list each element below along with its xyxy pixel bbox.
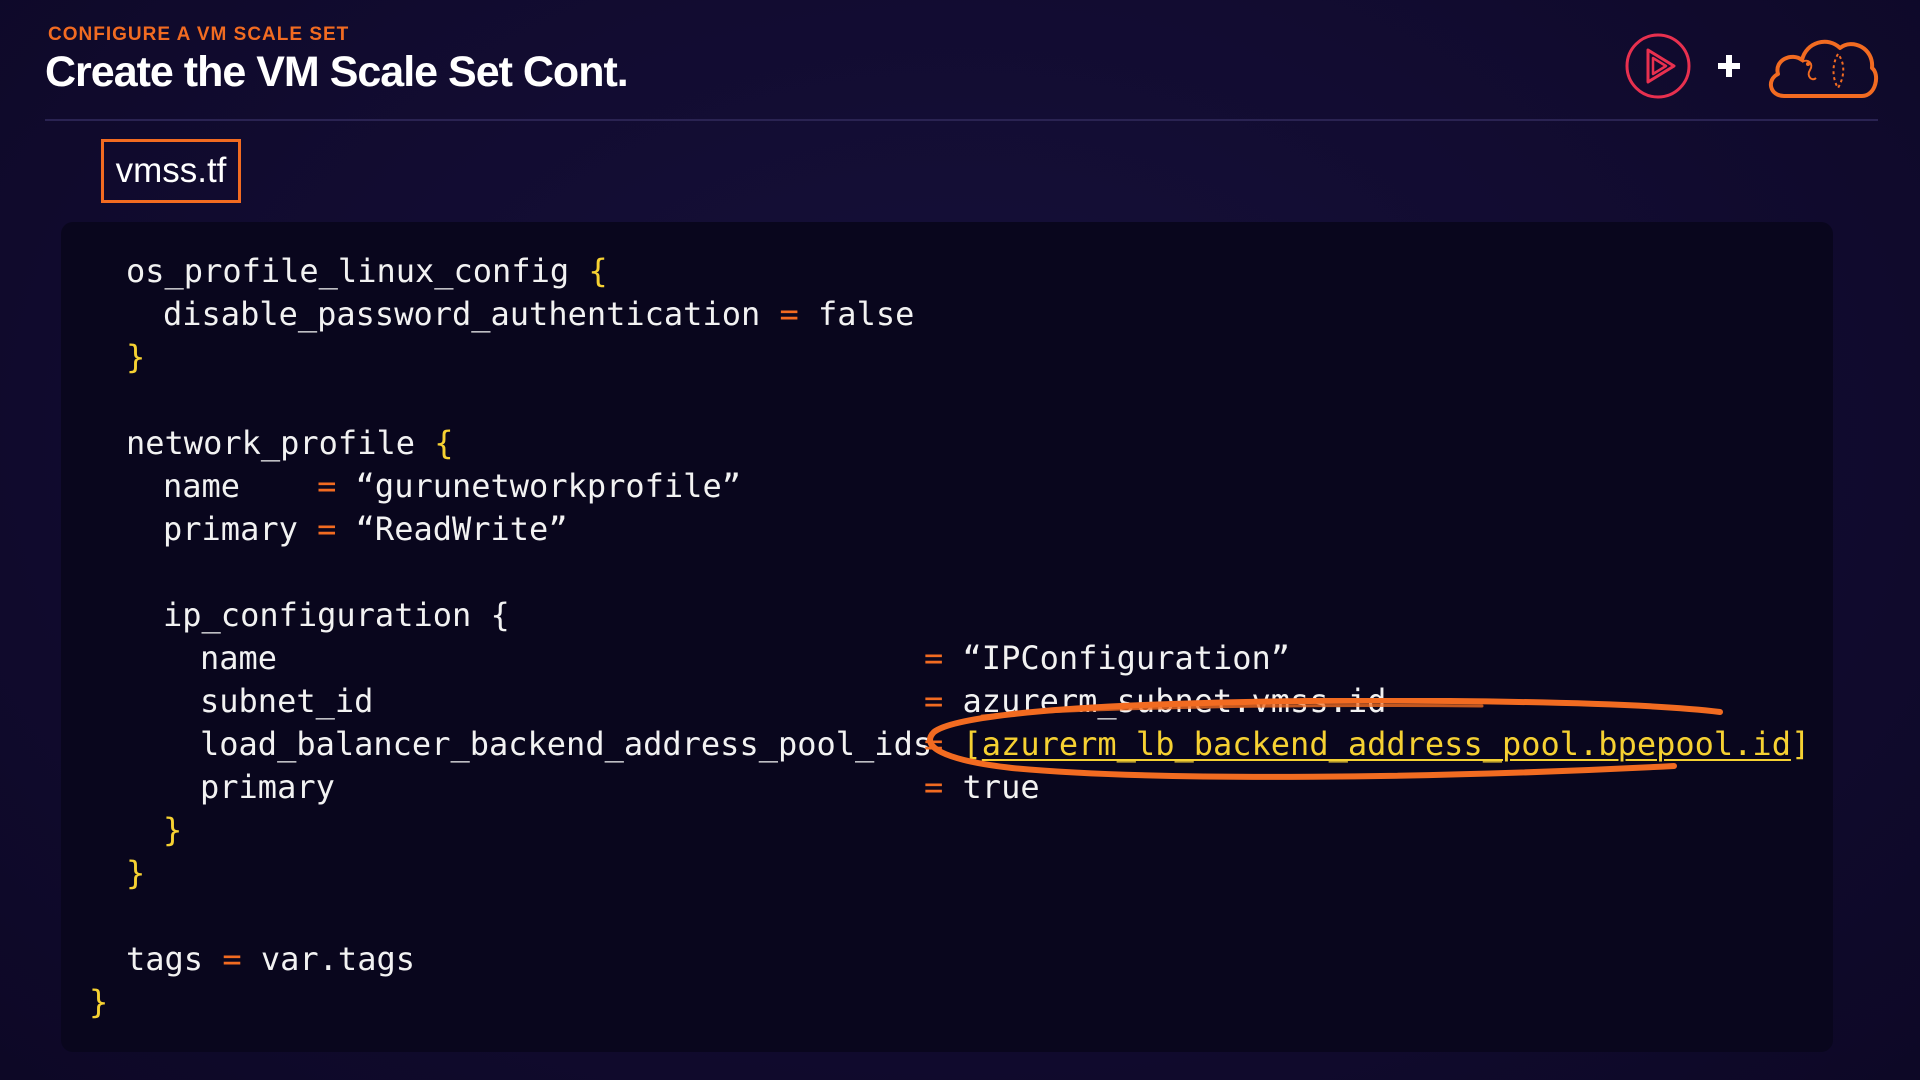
code-key: name — [163, 467, 318, 505]
code-key: os_profile_linux_config — [126, 252, 589, 290]
code-operator: = — [317, 510, 337, 548]
code-key: tags — [126, 940, 223, 978]
code-line: } — [163, 809, 182, 852]
code-line: = [azurerm_lb_backend_address_pool.bpepo… — [924, 723, 1810, 766]
section-eyebrow: CONFIGURE A VM SCALE SET — [48, 24, 350, 45]
highlighted-reference: azurerm_lb_backend_address_pool.bpepool.… — [981, 725, 1791, 763]
code-operator: = — [924, 639, 944, 677]
code-value: var.tags — [241, 940, 415, 978]
code-operator: = — [779, 295, 799, 333]
code-line: } — [126, 852, 145, 895]
code-value: “ReadWrite” — [336, 510, 568, 548]
code-key: load_balancer_backend_address_pool_ids — [200, 725, 933, 763]
code-brace: } — [163, 811, 183, 849]
code-value: azurerm_subnet.vmss.id — [943, 682, 1387, 720]
code-line: } — [89, 981, 108, 1024]
code-operator: = — [317, 467, 337, 505]
code-line: disable_password_authentication = false — [163, 293, 914, 336]
code-value: “gurunetworkprofile” — [336, 467, 741, 505]
code-line: primary = “ReadWrite” — [163, 508, 568, 551]
code-key: primary — [200, 768, 335, 806]
pluralsight-play-logo-icon — [1625, 33, 1691, 99]
code-line: name = “gurunetworkprofile” — [163, 465, 741, 508]
code-line: os_profile_linux_config { — [126, 250, 608, 293]
code-line: = true — [924, 766, 1040, 809]
code-line: } — [126, 336, 145, 379]
header-divider — [45, 119, 1878, 121]
code-operator: = — [924, 768, 944, 806]
code-line: = “IPConfiguration” — [924, 637, 1290, 680]
code-key: network_profile — [126, 424, 435, 462]
code-brace: { — [588, 252, 608, 290]
code-line: name — [200, 637, 277, 680]
code-line: subnet_id — [200, 680, 373, 723]
code-operator: = — [924, 682, 944, 720]
code-line: ip_configuration { — [163, 594, 510, 637]
code-line: = azurerm_subnet.vmss.id — [924, 680, 1386, 723]
code-operator: = — [924, 725, 944, 763]
code-bracket: ] — [1790, 725, 1811, 763]
code-line: network_profile { — [126, 422, 454, 465]
acloudguru-cloud-logo-icon — [1768, 39, 1879, 98]
code-brace: } — [126, 854, 146, 892]
code-value: false — [798, 295, 915, 333]
code-value: true — [943, 768, 1040, 806]
code-brace: { — [434, 424, 454, 462]
code-brace: } — [126, 338, 146, 376]
code-key: ip_configuration { — [163, 596, 510, 634]
code-bracket: [ — [943, 725, 982, 763]
code-value: “IPConfiguration” — [943, 639, 1291, 677]
code-panel: os_profile_linux_config { disable_passwo… — [61, 222, 1833, 1052]
code-brace: } — [89, 983, 109, 1021]
code-line: tags = var.tags — [126, 938, 415, 981]
code-key: primary — [163, 510, 318, 548]
code-operator: = — [222, 940, 242, 978]
code-key: name — [200, 639, 278, 677]
file-tab-vmss[interactable]: vmss.tf — [101, 139, 241, 203]
code-key: subnet_id — [200, 682, 374, 720]
code-line: primary — [200, 766, 335, 809]
code-key: disable_password_authentication — [163, 295, 780, 333]
plus-icon — [1718, 55, 1740, 77]
page-title: Create the VM Scale Set Cont. — [45, 48, 629, 96]
code-line: load_balancer_backend_address_pool_ids — [200, 723, 932, 766]
